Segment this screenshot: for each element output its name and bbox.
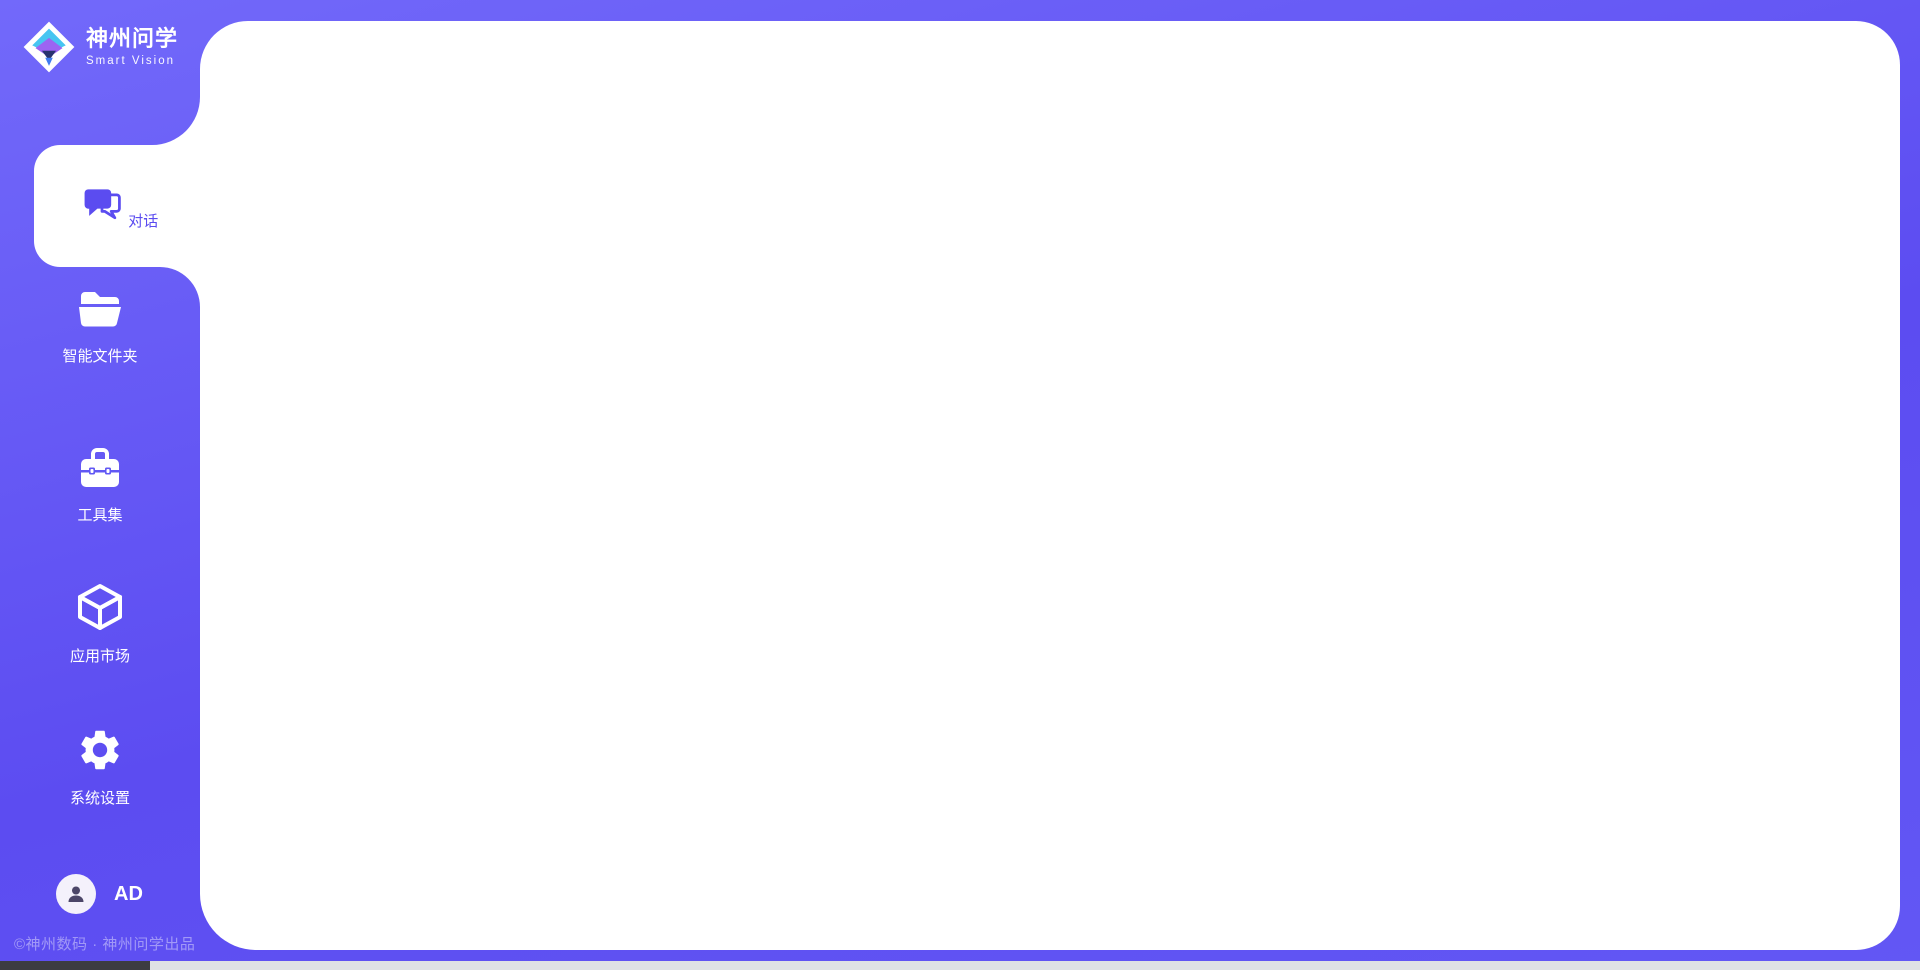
sidebar-item-folders[interactable]: 智能文件夹 (0, 288, 200, 366)
tab-curve-top (152, 97, 200, 145)
cube-icon (76, 582, 124, 632)
brand-name: 神州问学 (86, 27, 178, 51)
brand-subtitle: Smart Vision (86, 55, 178, 67)
person-icon (64, 882, 88, 906)
copyright-footer: ©神州数码 · 神州问学出品 (14, 933, 234, 954)
avatar (56, 874, 96, 914)
sidebar-item-label: 智能文件夹 (0, 345, 200, 366)
sidebar-item-label: 工具集 (0, 504, 200, 525)
scrollbar-segment (0, 961, 150, 970)
brand-diamond-icon (22, 20, 76, 74)
sidebar-item-label: 应用市场 (0, 645, 200, 666)
horizontal-scrollbar[interactable] (0, 961, 1920, 970)
sidebar-item-label: 系统设置 (0, 787, 200, 808)
sidebar-item-chat[interactable]: 对话 (34, 145, 204, 267)
user-name: AD (114, 883, 143, 906)
briefcase-icon (76, 445, 124, 491)
sidebar-item-label: 对话 (128, 213, 158, 230)
sidebar-item-settings[interactable]: 系统设置 (0, 726, 200, 808)
main-panel (200, 21, 1900, 950)
gear-icon (76, 726, 124, 774)
brand-logo: 神州问学 Smart Vision (22, 20, 178, 74)
chat-icon (80, 182, 124, 226)
sidebar-item-market[interactable]: 应用市场 (0, 582, 200, 666)
folder-icon (76, 288, 124, 332)
user-profile[interactable]: AD (56, 874, 143, 914)
sidebar-item-toolkit[interactable]: 工具集 (0, 445, 200, 525)
